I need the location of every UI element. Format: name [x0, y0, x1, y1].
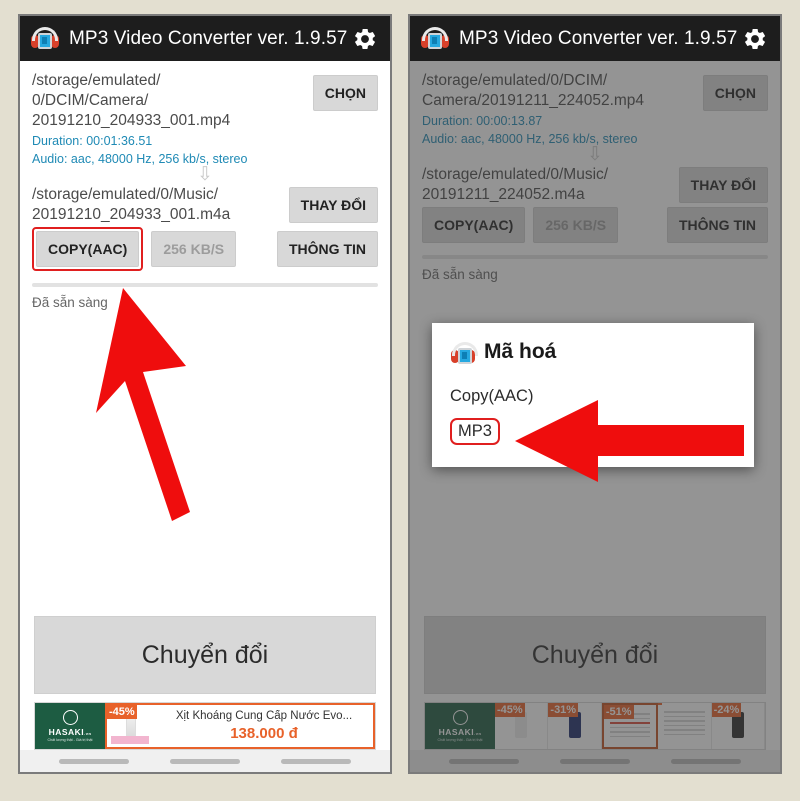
dialog-option-copy-aac[interactable]: Copy(AAC)	[432, 381, 754, 412]
nav-hint-recents[interactable]	[281, 758, 352, 764]
info-button[interactable]: THÔNG TIN	[277, 231, 378, 267]
app-title-bar-right: MP3 Video Converter ver. 1.9.57	[410, 16, 780, 61]
system-nav-bar	[20, 750, 390, 772]
ad-banner[interactable]: HASAKI.vn Chất lượng thật - Giá trị thật…	[34, 702, 376, 750]
codec-button[interactable]: COPY(AAC)	[36, 231, 140, 267]
status-text: Đã sẵn sàng	[32, 295, 108, 310]
left-app-content: /storage/emulated/ 0/DCIM/Camera/ 201912…	[20, 61, 390, 772]
dialog-option-mp3-highlight: MP3	[450, 418, 500, 445]
encoder-dialog: Mã hoá Copy(AAC) MP3	[432, 323, 754, 467]
headphones-app-icon	[30, 24, 60, 54]
source-file-path: /storage/emulated/ 0/DCIM/Camera/ 201912…	[32, 72, 231, 129]
down-arrow-icon: ⇩	[197, 164, 213, 185]
nav-hint-home[interactable]	[169, 758, 240, 764]
ad-product-price: 138.000 đ	[230, 725, 298, 742]
dialog-title: Mã hoá	[484, 340, 557, 363]
ad-brand-suffix: .vn	[84, 731, 92, 736]
gear-icon[interactable]	[352, 26, 378, 52]
change-output-button[interactable]: THAY ĐỔI	[288, 187, 378, 223]
ad-product-title: Xịt Khoáng Cung Cấp Nước Evo...	[175, 710, 353, 722]
headphones-app-icon	[420, 24, 450, 54]
ad-discount-badge: -45%	[107, 705, 137, 719]
bitrate-button[interactable]: 256 KB/S	[151, 231, 237, 267]
gear-icon[interactable]	[742, 26, 768, 52]
output-file-row: /storage/emulated/0/Music/ 20191210_2049…	[20, 185, 390, 225]
headphones-app-icon	[450, 339, 478, 365]
ad-brand-tagline: Chất lượng thật - Giá trị thật	[47, 738, 93, 742]
ad-brand-logo: HASAKI.vn Chất lượng thật - Giá trị thật	[35, 703, 105, 749]
ad-product-thumbnail: -45%	[107, 705, 155, 747]
source-audio-info: Audio: aac, 48000 Hz, 256 kb/s, stereo	[32, 152, 248, 166]
convert-button[interactable]: Chuyển đổi	[34, 616, 376, 694]
source-duration: Duration: 00:01:36.51	[32, 134, 153, 148]
app-title: MP3 Video Converter ver. 1.9.57	[459, 27, 738, 49]
output-file-path: /storage/emulated/0/Music/ 20191210_2049…	[32, 186, 231, 223]
dialog-option-mp3[interactable]: MP3	[458, 422, 492, 440]
screenshot-stage: MP3 Video Converter ver. 1.9.57 /storage…	[0, 0, 800, 801]
encoder-controls-row: COPY(AAC) 256 KB/S THÔNG TIN	[20, 225, 390, 271]
left-phone-screen: MP3 Video Converter ver. 1.9.57 /storage…	[18, 14, 392, 774]
ad-product-card[interactable]: -45% Xịt Khoáng Cung Cấp Nước Evo... 138…	[105, 703, 375, 749]
dialog-title-row: Mã hoá	[432, 339, 754, 365]
source-file-row: /storage/emulated/ 0/DCIM/Camera/ 201912…	[20, 61, 390, 167]
choose-file-button[interactable]: CHỌN	[312, 75, 378, 111]
app-title-bar: MP3 Video Converter ver. 1.9.57	[20, 16, 390, 61]
app-title: MP3 Video Converter ver. 1.9.57	[69, 27, 348, 49]
right-phone-screen: MP3 Video Converter ver. 1.9.57 /storage…	[408, 14, 782, 774]
brand-mark-icon	[62, 710, 78, 725]
right-app-content: /storage/emulated/0/DCIM/ Camera/2019121…	[410, 61, 780, 772]
dialog-option-mp3-row: MP3	[432, 412, 754, 451]
ad-brand-name: HASAKI	[48, 727, 85, 737]
nav-hint-back[interactable]	[58, 758, 129, 764]
codec-button-highlight: COPY(AAC)	[32, 227, 144, 271]
